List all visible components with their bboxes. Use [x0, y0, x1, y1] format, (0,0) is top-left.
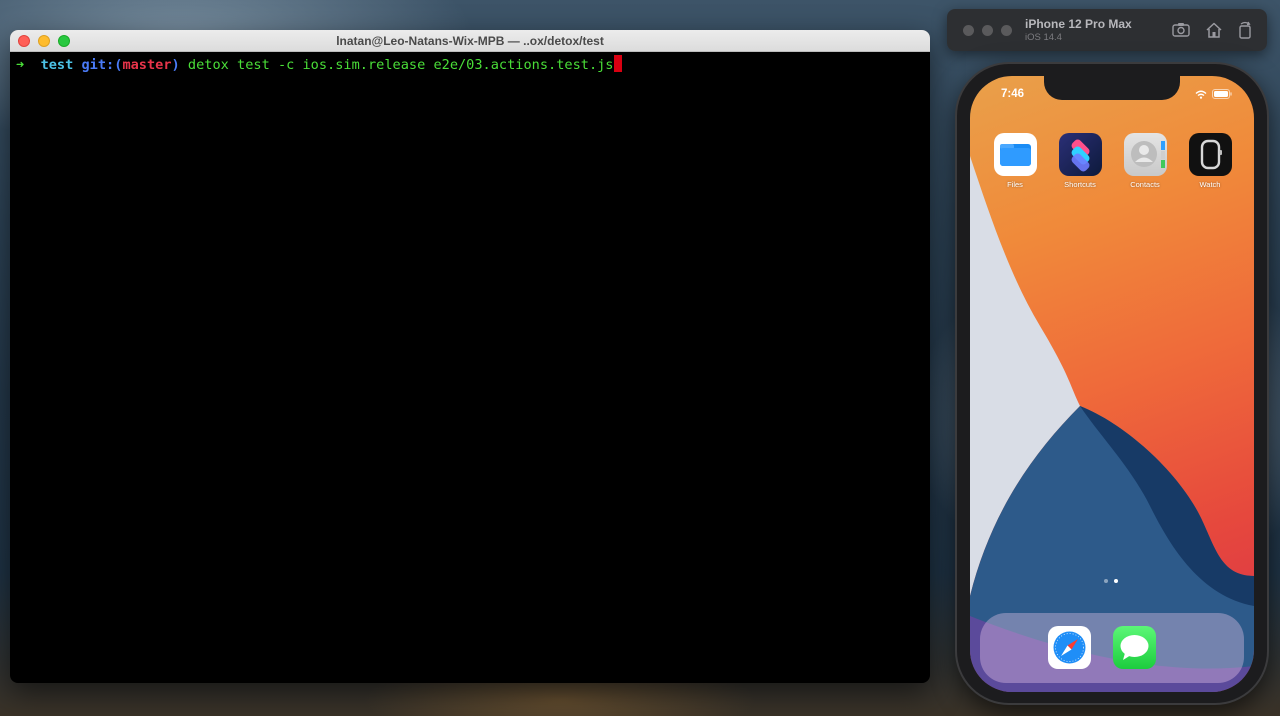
status-time: 7:46	[1001, 88, 1025, 100]
home-screen[interactable]: 7:46 Files Shortcuts Contacts Watch	[970, 76, 1254, 692]
shortcuts-icon	[1058, 133, 1102, 176]
page-dot[interactable]	[1104, 579, 1108, 583]
prompt-paren-close: )	[171, 57, 180, 73]
rotate-icon[interactable]	[1235, 21, 1255, 39]
safari-icon[interactable]	[1048, 626, 1091, 669]
app-files[interactable]: Files	[987, 133, 1043, 189]
terminal-window[interactable]: lnatan@Leo-Natans-Wix-MPB — ..ox/detox/t…	[10, 30, 930, 683]
dock	[980, 613, 1244, 683]
messages-icon[interactable]	[1113, 626, 1156, 669]
notch	[1044, 76, 1180, 100]
home-icon[interactable]	[1204, 21, 1224, 39]
app-watch[interactable]: Watch	[1182, 133, 1238, 189]
app-label: Contacts	[1130, 180, 1160, 189]
app-label: Watch	[1199, 180, 1221, 189]
files-icon	[993, 133, 1037, 176]
page-indicator[interactable]	[1104, 579, 1118, 583]
simulator-window-controls	[963, 25, 1012, 36]
app-shortcuts[interactable]: Shortcuts	[1052, 133, 1108, 189]
iphone-frame: 7:46 Files Shortcuts Contacts Watch	[955, 62, 1269, 705]
screenshot-icon[interactable]	[1171, 21, 1191, 39]
battery-icon	[1212, 89, 1232, 99]
app-label: Shortcuts	[1064, 180, 1096, 189]
command-text: detox test -c ios.sim.release e2e/03.act…	[187, 57, 614, 73]
os-version: iOS 14.4	[1025, 32, 1062, 43]
sim-minimize-button[interactable]	[982, 25, 993, 36]
window-title: lnatan@Leo-Natans-Wix-MPB — ..ox/detox/t…	[336, 34, 604, 48]
terminal-output[interactable]: ➜ test git:(master) detox test -c ios.si…	[10, 52, 930, 78]
sim-close-button[interactable]	[963, 25, 974, 36]
text-cursor	[613, 55, 622, 72]
prompt-branch: master	[122, 57, 172, 73]
prompt-cwd: test	[40, 57, 74, 73]
simulator-toolbar[interactable]: iPhone 12 Pro Max iOS 14.4	[947, 9, 1267, 51]
contacts-icon	[1123, 133, 1167, 176]
wifi-icon	[1195, 90, 1207, 99]
app-label: Files	[1007, 180, 1023, 189]
app-contacts[interactable]: Contacts	[1117, 133, 1173, 189]
page-dot-active[interactable]	[1114, 579, 1118, 583]
status-icons	[1195, 89, 1232, 99]
terminal-titlebar[interactable]: lnatan@Leo-Natans-Wix-MPB — ..ox/detox/t…	[10, 30, 930, 52]
prompt-git-label: git:	[81, 57, 115, 73]
device-name: iPhone 12 Pro Max	[1025, 17, 1132, 31]
sim-zoom-button[interactable]	[1001, 25, 1012, 36]
prompt-arrow: ➜	[16, 57, 25, 73]
watch-icon	[1188, 133, 1232, 176]
